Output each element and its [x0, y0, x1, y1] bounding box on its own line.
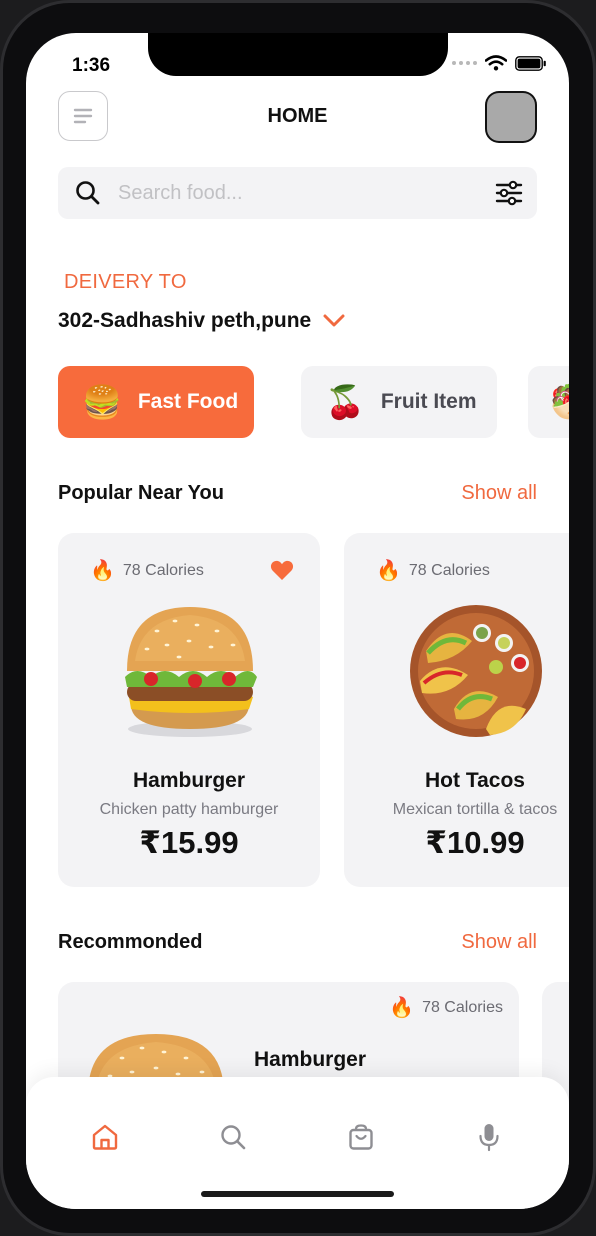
- flame-icon: 🔥: [376, 560, 401, 582]
- status-time: 1:36: [72, 55, 111, 76]
- status-icons: [452, 55, 547, 71]
- food-name: Hamburger: [254, 1048, 367, 1071]
- show-all-link[interactable]: Show all: [461, 931, 537, 954]
- search-bar: [58, 167, 537, 219]
- chevron-down-icon: [323, 314, 345, 327]
- food-description: Chicken patty hamburger: [99, 801, 279, 818]
- search-input[interactable]: [116, 180, 480, 206]
- flame-icon: 🔥: [90, 560, 115, 582]
- wifi-icon: [485, 55, 507, 71]
- cellular-signal-icon: [452, 61, 477, 65]
- food-name: Hot Tacos: [425, 769, 525, 792]
- search-icon: [76, 181, 100, 205]
- popular-section-header: Popular Near You Show all: [58, 482, 537, 505]
- category-chip-fruit-item[interactable]: 🍒 Fruit Item: [301, 366, 497, 438]
- food-price: ₹10.99: [425, 825, 525, 860]
- food-card[interactable]: 🔥 78 Calories Hamburger Chicken patty ha…: [58, 533, 320, 887]
- food-price: ₹15.99: [139, 825, 239, 860]
- category-list: 🍔 Fast Food 🍒 Fruit Item 🥙: [58, 366, 569, 440]
- search-icon: [221, 1125, 246, 1150]
- phone-frame: 1:36 HOME Search food... DEIVERY TO 302-…: [0, 0, 596, 1236]
- calories-row: 🔥 78 Calories: [90, 561, 204, 581]
- mic-icon: [479, 1124, 499, 1152]
- food-icon: 🥙: [550, 386, 569, 418]
- calories-row: 🔥 78 Calories: [389, 998, 503, 1018]
- hamburger-image: [125, 607, 257, 737]
- calories-text: 78 Calories: [422, 999, 503, 1016]
- calories-text: 78 Calories: [408, 562, 490, 579]
- app-header: HOME: [26, 91, 569, 145]
- battery-icon: [515, 55, 546, 71]
- burger-icon: 🍔: [82, 384, 122, 420]
- food-card[interactable]: 🔥 78 Calories Hot Tacos Mexican tortilla…: [344, 533, 569, 887]
- food-description: Mexican tortilla & tacos: [392, 801, 558, 818]
- avatar-image: [487, 93, 535, 141]
- profile-avatar[interactable]: [485, 91, 537, 143]
- category-chip-fast-food[interactable]: 🍔 Fast Food: [58, 366, 254, 438]
- delivery-label: DEIVERY TO: [64, 271, 187, 293]
- category-label: Fruit Item: [380, 390, 477, 413]
- category-chip-partial[interactable]: 🥙: [528, 366, 569, 438]
- filter-icon[interactable]: [495, 180, 523, 206]
- flame-icon: 🔥: [389, 997, 415, 1019]
- app-screen: 1:36 HOME Search food... DEIVERY TO 302-…: [26, 33, 569, 1209]
- heart-icon[interactable]: [270, 559, 294, 581]
- tab-voice[interactable]: [473, 1121, 505, 1153]
- address-selector[interactable]: 302-Sadhashiv peth,pune: [58, 309, 345, 333]
- tab-home[interactable]: [89, 1121, 121, 1153]
- delivery-address: 302-Sadhashiv peth,pune: [58, 309, 312, 332]
- cherries-icon: 🍒: [325, 384, 365, 420]
- home-indicator: [201, 1191, 394, 1197]
- calories-text: 78 Calories: [122, 562, 204, 579]
- home-icon: [92, 1124, 118, 1150]
- show-all-link[interactable]: Show all: [461, 482, 537, 505]
- tacos-image: [410, 605, 542, 737]
- bottom-tab-bar: [26, 1077, 569, 1209]
- tab-search[interactable]: [217, 1121, 249, 1153]
- cart-icon: [349, 1124, 373, 1150]
- device-notch: [148, 33, 448, 76]
- category-label: Fast Food: [137, 390, 239, 413]
- recommended-section-header: Recommonded Show all: [58, 931, 537, 954]
- food-name: Hamburger: [132, 769, 246, 792]
- calories-row: 🔥 78 Calories: [376, 561, 490, 581]
- tab-cart[interactable]: [345, 1121, 377, 1153]
